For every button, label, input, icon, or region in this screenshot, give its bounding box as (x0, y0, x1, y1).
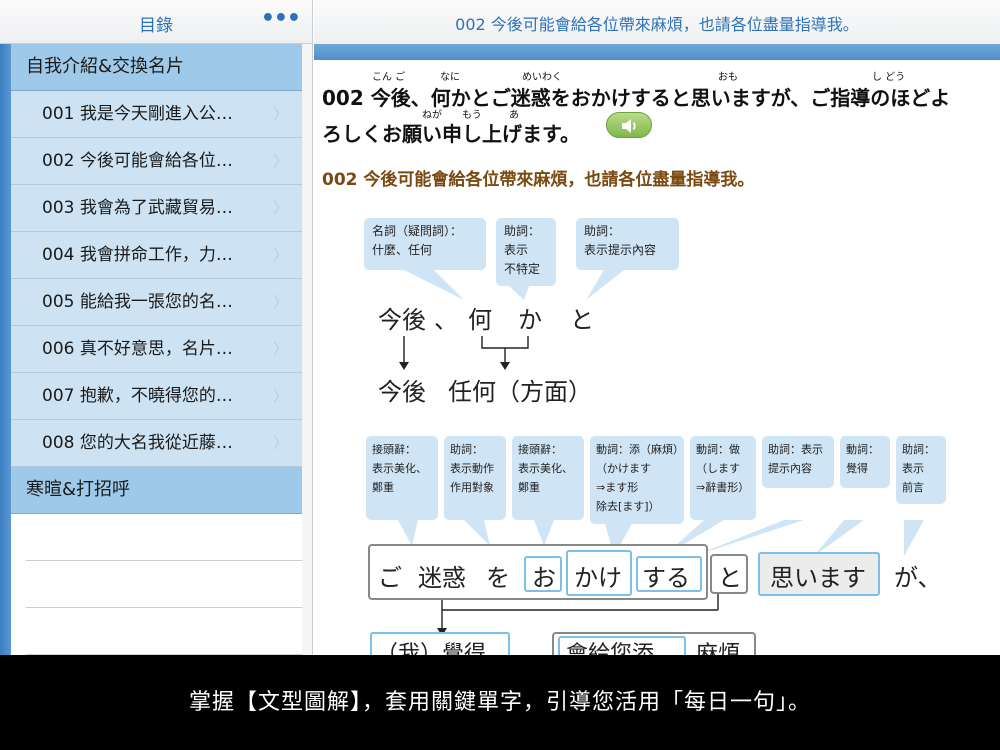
list-item-label: 003 我會為了武藏貿易… (42, 198, 233, 218)
word-ga: が、 (894, 564, 942, 592)
speaker-icon (622, 119, 636, 133)
callout-prefix-o: 接頭辭： 表示美化、 鄭重 (512, 436, 584, 520)
list-item-label: 008 您的大名我從近藤… (42, 433, 233, 453)
word-kake: かけ (574, 564, 622, 592)
callout-noun: 名詞（疑問詞）： 什麼、任何 (364, 218, 486, 270)
word-meiwaku: 迷惑 (418, 564, 466, 592)
translation-i-think: （我）覺得 (376, 642, 487, 655)
list-item[interactable]: 008 您的大名我從近藤… 〉 (11, 420, 302, 467)
play-audio-button[interactable] (606, 112, 652, 138)
chevron-right-icon: 〉 (272, 152, 288, 170)
translation-trouble: 麻煩 (696, 642, 741, 655)
word-suru: する (642, 564, 690, 592)
furigana: し どう (872, 72, 906, 83)
sidebar-scrollbar[interactable] (302, 44, 312, 655)
callout-particle-to-2: 助詞：表示 提示內容 (762, 436, 834, 488)
callout-prefix-go: 接頭辭： 表示美化、 鄭重 (366, 436, 438, 520)
callout-verb-omou: 動詞： 覺得 (840, 436, 890, 488)
sidebar-section-self-intro[interactable]: 自我介紹&交換名片 (11, 44, 302, 91)
list-item[interactable]: 001 我是今天剛進入公… 〉 (11, 91, 302, 138)
sidebar-section-greetings[interactable]: 寒暄&打招呼 (11, 467, 302, 514)
promo-caption: 掌握【文型圖解】，套用關鍵單字，引導您活用「每日一句」。 (0, 655, 1000, 750)
callout-particle-ka: 助詞： 表示 不特定 (496, 218, 556, 286)
list-item-label: 004 我會拼命工作，力… (42, 245, 233, 265)
word-to: と (570, 306, 594, 334)
word-kongo: 今後 (378, 306, 426, 334)
header-divider-bar (314, 44, 1000, 60)
sidebar: 目錄 ••• 自我介紹&交換名片 001 我是今天剛進入公… 〉 002 今後可能… (0, 0, 313, 655)
list-item[interactable]: 006 真不好意思，名片… 〉 (11, 326, 302, 373)
translation-nanika: 任何（方面） (448, 378, 592, 406)
list-item[interactable]: 005 能給我一張您的名… 〉 (11, 279, 302, 326)
furigana: なに (440, 72, 460, 83)
callout-particle-to: 助詞： 表示提示內容 (576, 218, 679, 270)
chevron-right-icon: 〉 (272, 199, 288, 217)
callout-verb-kakeru: 動詞：添（麻煩） （かけます ⇒ます形 除去[ます]） (590, 436, 684, 524)
translation-give: 會給您添 (566, 642, 655, 655)
list-item[interactable]: 004 我會拼命工作，力… 〉 (11, 232, 302, 279)
japanese-line-2: ろしくお願い申し上げます。 (322, 122, 580, 146)
list-item-label: 001 我是今天剛進入公… (42, 104, 233, 124)
chevron-right-icon: 〉 (272, 340, 288, 358)
page-title: 002 今後可能會給各位帶來麻煩，也請各位盡量指導我。 (455, 15, 859, 34)
empty-row (26, 514, 302, 561)
grammar-diagram: 名詞（疑問詞）： 什麼、任何 助詞： 表示 不特定 助詞： 表示提示內容 今後 … (314, 200, 1000, 655)
word-go: ご (378, 564, 402, 592)
list-item-label: 007 抱歉，不曉得您的… (42, 386, 233, 406)
list-item[interactable]: 002 今後可能會給各位… 〉 (11, 138, 302, 185)
chevron-right-icon: 〉 (272, 293, 288, 311)
list-item[interactable]: 007 抱歉，不曉得您的… 〉 (11, 373, 302, 420)
list-item[interactable]: 003 我會為了武藏貿易… 〉 (11, 185, 302, 232)
word-nani: 何 (468, 306, 492, 334)
chinese-translation: 002 今後可能會給各位帶來麻煩，也請各位盡量指導我。 (322, 170, 755, 190)
list-item-label: 006 真不好意思，名片… (42, 339, 233, 359)
callout-verb-suru: 動詞：做 （します ⇒辭書形） (690, 436, 756, 520)
word-o: お (532, 564, 556, 592)
chevron-right-icon: 〉 (272, 105, 288, 123)
chevron-right-icon: 〉 (272, 434, 288, 452)
empty-row (26, 561, 302, 608)
word-ka: か (518, 306, 542, 334)
chevron-right-icon: 〉 (272, 387, 288, 405)
translation-kongo: 今後 (378, 378, 426, 406)
sidebar-list: 自我介紹&交換名片 001 我是今天剛進入公… 〉 002 今後可能會給各位… 〉 … (11, 44, 302, 655)
word-to-2: と (718, 564, 742, 592)
list-item-label: 002 今後可能會給各位… (42, 151, 233, 171)
list-item-label: 005 能給我一張您的名… (42, 292, 233, 312)
furigana: めいわく (522, 72, 562, 83)
empty-row (26, 608, 302, 655)
word-omoimasu: 思います (770, 564, 866, 592)
furigana: おも (718, 72, 738, 83)
japanese-line-1: 002 今後、何かとご迷惑をおかけすると思いますが、ご指導のほどよ (322, 86, 951, 110)
word-wo: を (486, 564, 510, 592)
callout-particle-wo: 助詞： 表示動作 作用對象 (444, 436, 506, 520)
main-header: 002 今後可能會給各位帶來麻煩，也請各位盡量指導我。 (314, 0, 1000, 44)
more-icon[interactable]: ••• (261, 6, 301, 31)
chevron-right-icon: 〉 (272, 246, 288, 264)
sidebar-header: 目錄 ••• (0, 0, 312, 44)
app-window: 目錄 ••• 自我介紹&交換名片 001 我是今天剛進入公… 〉 002 今後可能… (0, 0, 1000, 655)
furigana: こん ご (372, 72, 406, 83)
callout-particle-ga: 助詞： 表示 前言 (896, 436, 946, 504)
main-panel: 002 今後可能會給各位帶來麻煩，也請各位盡量指導我。 こん ご なに めいわく… (314, 0, 1000, 655)
word-comma: 、 (434, 306, 458, 334)
sidebar-stripe (0, 44, 11, 655)
